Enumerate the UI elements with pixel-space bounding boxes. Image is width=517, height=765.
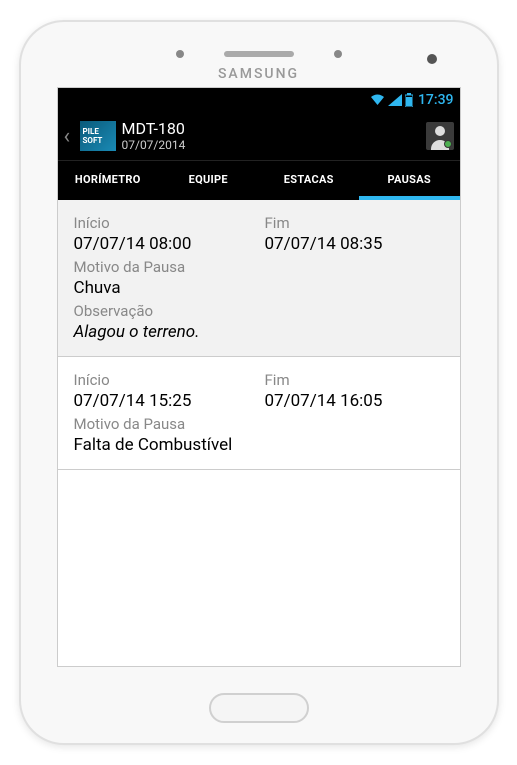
tab-bar: HORÍMETRO EQUIPE ESTACAS PAUSAS [58,160,460,200]
inicio-label: Início [74,371,253,389]
device-brand: SAMSUNG [218,66,299,82]
proximity-sensor [176,50,184,58]
pause-card[interactable]: Início 07/07/14 08:00 Fim 07/07/14 08:35… [58,200,460,357]
tab-pausas[interactable]: PAUSAS [359,161,460,200]
fim-label: Fim [265,214,444,232]
tab-horimetro[interactable]: HORÍMETRO [58,161,159,200]
user-avatar-icon[interactable] [426,122,454,150]
fim-value: 07/07/14 16:05 [265,391,444,411]
title-block: MDT-180 07/07/2014 [122,120,420,152]
inicio-value: 07/07/14 08:00 [74,234,253,254]
content-area[interactable]: Início 07/07/14 08:00 Fim 07/07/14 08:35… [58,200,460,666]
tab-estacas[interactable]: ESTACAS [259,161,360,200]
inicio-label: Início [74,214,253,232]
inicio-value: 07/07/14 15:25 [74,391,253,411]
app-logo[interactable]: PILE SOFT [80,121,116,151]
status-time: 17:39 [418,92,454,108]
status-dot-icon [444,140,452,148]
fim-value: 07/07/14 08:35 [265,234,444,254]
motivo-value: Chuva [74,278,444,298]
signal-icon [388,94,402,106]
fim-label: Fim [265,371,444,389]
phone-frame: SAMSUNG 17:39 ‹ PILE SOFT MDT-180 07/07/ [19,20,499,745]
page-subtitle: 07/07/2014 [122,138,420,152]
tab-equipe[interactable]: EQUIPE [158,161,259,200]
status-bar: 17:39 [58,88,460,112]
front-camera [427,54,437,64]
observacao-label: Observação [74,302,444,320]
logo-line-1: PILE [83,127,116,136]
wifi-icon [370,94,385,106]
observacao-value: Alagou o terreno. [74,322,444,342]
light-sensor [334,50,342,58]
action-bar: ‹ PILE SOFT MDT-180 07/07/2014 [58,112,460,160]
pause-card[interactable]: Início 07/07/14 15:25 Fim 07/07/14 16:05… [58,357,460,470]
motivo-value: Falta de Combustível [74,435,444,455]
phone-bezel-top: SAMSUNG [21,22,497,87]
motivo-label: Motivo da Pausa [74,415,444,433]
screen: 17:39 ‹ PILE SOFT MDT-180 07/07/2014 HOR… [57,87,461,667]
back-icon[interactable]: ‹ [64,124,74,149]
page-title: MDT-180 [122,120,420,138]
battery-icon [405,93,413,107]
motivo-label: Motivo da Pausa [74,258,444,276]
home-button[interactable] [209,693,309,723]
logo-line-2: SOFT [83,136,116,145]
speaker-grille [224,51,294,57]
